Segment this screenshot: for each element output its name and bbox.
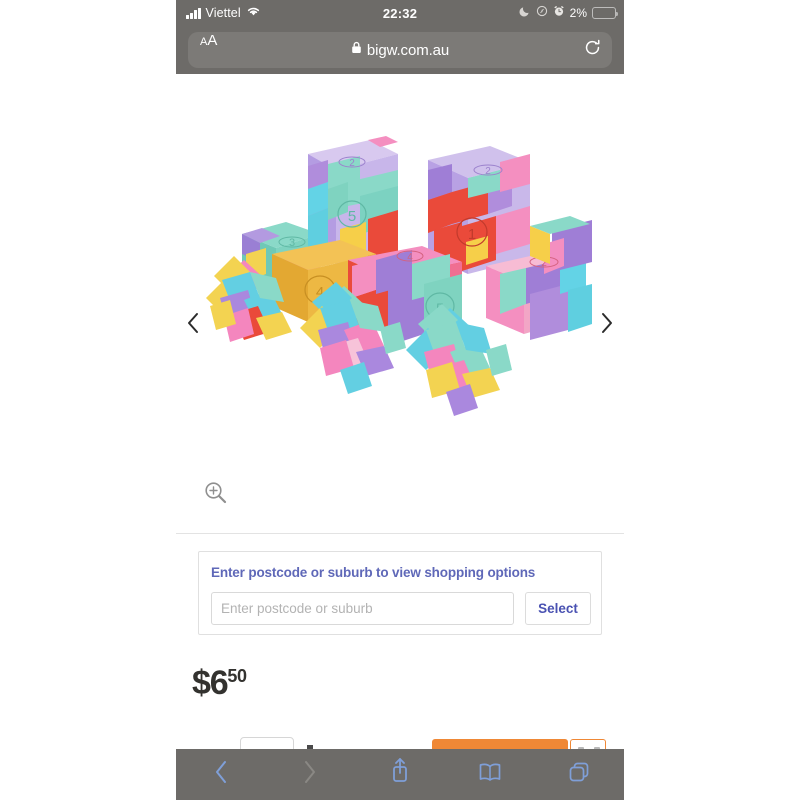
select-button[interactable]: Select [525, 592, 591, 625]
svg-text:1: 1 [468, 226, 476, 243]
status-bar-clock: 22:32 [382, 5, 418, 21]
status-bar: 22:32 Viettel 2% [176, 0, 624, 26]
browser-bottom-toolbar [176, 749, 624, 800]
address-bar-center: bigw.com.au [188, 32, 612, 68]
wifi-icon [246, 4, 261, 22]
page-content: 3 2 5 2 1 4 4 2 Enter postcode or suburb… [176, 74, 624, 752]
url-text: bigw.com.au [366, 41, 450, 59]
price-dollars: $6 [192, 664, 229, 702]
svg-text:2: 2 [349, 158, 355, 169]
product-price: $6 50 [192, 666, 247, 700]
svg-text:5: 5 [348, 208, 356, 225]
text-size-small-a: A [200, 36, 208, 48]
image-zoom-button[interactable] [200, 479, 232, 511]
address-bar[interactable]: bigw.com.au AA [188, 32, 612, 68]
lock-icon [351, 41, 362, 59]
text-size-large-a: A [207, 32, 218, 49]
shipping-postcode-card: Enter postcode or suburb to view shoppin… [198, 551, 602, 635]
screenshot-root: 22:32 Viettel 2% bigw.com.au A A 3 2 5 2… [0, 0, 800, 800]
reload-button[interactable] [584, 32, 601, 68]
svg-text:2: 2 [485, 166, 491, 177]
reload-icon [584, 39, 601, 61]
battery-icon [592, 7, 619, 19]
share-icon [390, 757, 410, 788]
gallery-prev-button[interactable] [180, 308, 206, 342]
bookmarks-book-icon [478, 762, 502, 787]
text-size-button[interactable]: AA [200, 32, 217, 68]
svg-text:3: 3 [289, 237, 295, 249]
browser-back-button[interactable] [176, 749, 266, 800]
forward-chevron-icon [303, 760, 317, 789]
chevron-left-icon [186, 312, 200, 339]
section-divider [176, 533, 624, 534]
svg-text:4: 4 [407, 252, 413, 263]
browser-bookmarks-button[interactable] [445, 749, 535, 800]
postcode-heading: Enter postcode or suburb to view shoppin… [211, 565, 536, 580]
moon-dnd-icon [519, 4, 531, 22]
browser-tabs-button[interactable] [534, 749, 624, 800]
magnifier-plus-icon [203, 480, 229, 511]
battery-percent-label: 2% [569, 6, 587, 20]
location-icon [536, 4, 548, 22]
carrier-label: Viettel [205, 6, 241, 20]
postcode-input[interactable] [211, 592, 514, 625]
browser-forward-button[interactable] [266, 749, 356, 800]
price-cents: 50 [227, 666, 247, 686]
phone-viewport: 22:32 Viettel 2% bigw.com.au A A 3 2 5 2… [176, 0, 624, 800]
signal-bars-icon [186, 7, 201, 19]
status-bar-right: 2% [519, 0, 619, 26]
product-image[interactable]: 3 2 5 2 1 4 4 2 [200, 134, 600, 424]
add-to-cart-row [176, 737, 624, 752]
back-chevron-icon [214, 760, 228, 789]
browser-address-bar-container: bigw.com.au AA [176, 26, 624, 74]
status-bar-left: Viettel [186, 0, 261, 26]
chevron-right-icon [600, 312, 614, 339]
alarm-clock-icon [553, 4, 565, 22]
browser-share-button[interactable] [355, 749, 445, 800]
gallery-next-button[interactable] [594, 308, 620, 342]
tabs-icon [567, 760, 591, 789]
product-gallery: 3 2 5 2 1 4 4 2 [176, 74, 624, 503]
